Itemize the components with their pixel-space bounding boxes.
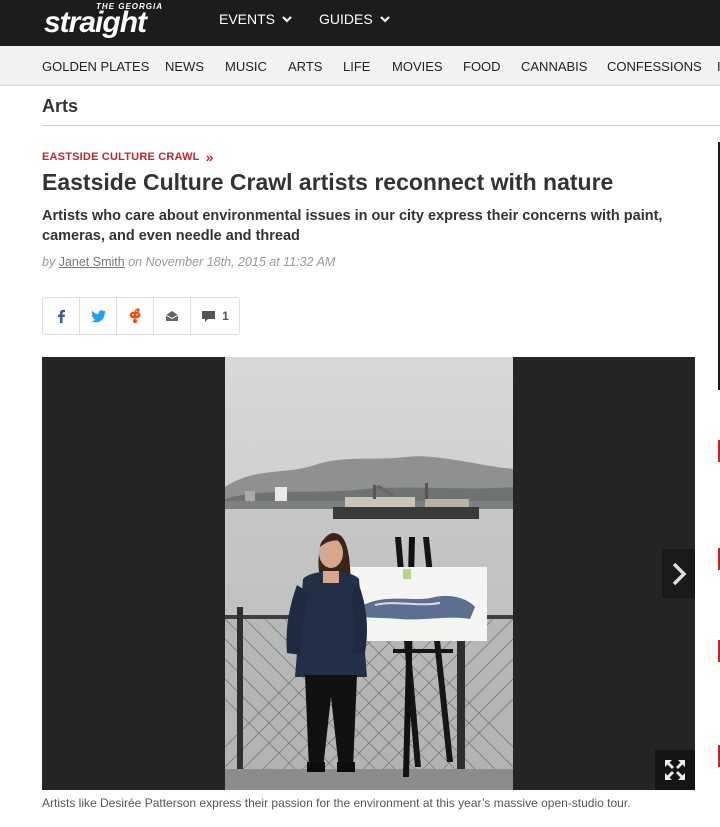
byline-by: by	[42, 255, 56, 269]
email-icon	[165, 311, 179, 321]
photo-caption: Artists like Desirée Patterson express t…	[42, 796, 631, 810]
facebook-icon	[58, 309, 65, 323]
reddit-icon	[129, 308, 141, 323]
nav-events-label: EVENTS	[219, 11, 276, 27]
article-headline: Eastside Culture Crawl artists reconnect…	[42, 169, 614, 195]
chevron-down-icon	[379, 16, 390, 23]
nav-guides[interactable]: GUIDES	[319, 11, 391, 27]
category-golden-plates[interactable]: GOLDEN PLATES	[42, 59, 149, 74]
category-news[interactable]: NEWS	[165, 59, 204, 74]
nav-guides-label: GUIDES	[319, 11, 373, 27]
byline: by Janet Smith on November 18th, 2015 at…	[42, 255, 335, 269]
kicker-label: EASTSIDE CULTURE CRAWL	[42, 151, 200, 163]
category-cannabis[interactable]: CANNABIS	[521, 59, 587, 74]
nav-events[interactable]: EVENTS	[219, 11, 293, 27]
twitter-icon	[90, 309, 106, 322]
category-movies[interactable]: MOVIES	[392, 59, 443, 74]
comments-button[interactable]: 1	[191, 298, 239, 334]
chevron-down-icon	[282, 16, 292, 23]
comment-count: 1	[222, 309, 229, 323]
share-twitter-button[interactable]	[80, 298, 117, 334]
kicker-arrow: »	[205, 149, 214, 165]
top-bar: THE GEORGIA straight EVENTS GUIDES	[0, 0, 720, 46]
share-email-button[interactable]	[154, 298, 191, 334]
comment-icon	[202, 310, 216, 322]
chevron-right-icon	[672, 562, 686, 585]
expand-icon	[665, 760, 685, 780]
category-music[interactable]: MUSIC	[225, 59, 267, 74]
category-arts[interactable]: ARTS	[288, 59, 322, 74]
section-divider	[42, 125, 720, 126]
gallery-photo[interactable]	[225, 357, 513, 790]
category-nav: GOLDEN PLATES NEWS MUSIC ARTS LIFE MOVIE…	[0, 46, 720, 86]
share-bar: 1	[42, 297, 240, 335]
share-facebook-button[interactable]	[43, 298, 80, 334]
logo-wordmark: straight	[44, 6, 147, 39]
category-food[interactable]: FOOD	[463, 59, 501, 74]
site-logo[interactable]: THE GEORGIA straight	[44, 2, 184, 40]
byline-date: on November 18th, 2015 at 11:32 AM	[128, 255, 336, 269]
section-title: Arts	[42, 96, 79, 116]
category-life[interactable]: LIFE	[343, 59, 370, 74]
article-kicker[interactable]: EASTSIDE CULTURE CRAWL »	[42, 149, 214, 165]
author-link[interactable]: Janet Smith	[59, 255, 125, 269]
article-dek: Artists who care about environmental iss…	[42, 208, 663, 244]
fullscreen-button[interactable]	[655, 750, 695, 790]
category-confessions[interactable]: CONFESSIONS	[607, 59, 702, 74]
gallery-next-button[interactable]	[662, 549, 695, 598]
photo-gallery	[42, 357, 695, 790]
share-reddit-button[interactable]	[117, 298, 154, 334]
